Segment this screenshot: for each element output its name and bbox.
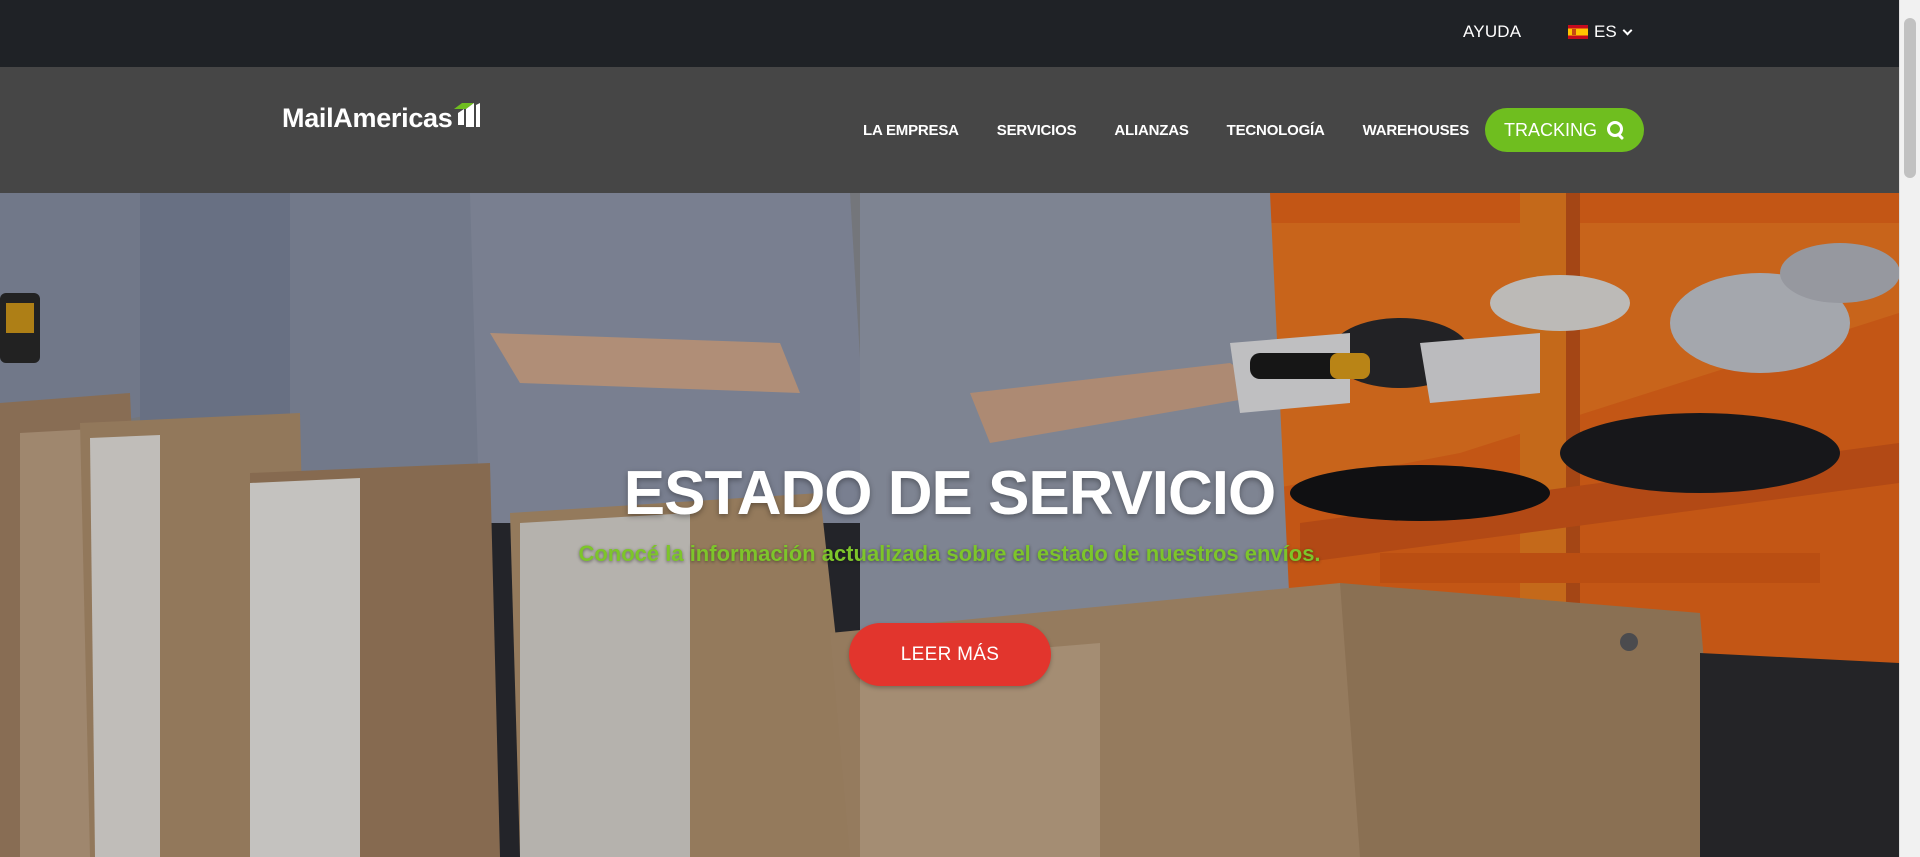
logo-arrows-icon bbox=[454, 103, 480, 127]
nav-item-warehouses[interactable]: WAREHOUSES bbox=[1363, 122, 1470, 139]
main-header: MailAmericas LA EMPRESA SERVICIOS ALIANZ… bbox=[0, 67, 1899, 193]
hero-title: ESTADO DE SERVICIO bbox=[623, 459, 1277, 528]
top-utility-bar: AYUDA ES bbox=[0, 0, 1899, 67]
hero-banner: ESTADO DE SERVICIO Conocé la información… bbox=[0, 193, 1899, 857]
site-logo[interactable]: MailAmericas bbox=[282, 103, 480, 134]
help-link[interactable]: AYUDA bbox=[1463, 22, 1521, 42]
tracking-label: TRACKING bbox=[1503, 119, 1597, 140]
tracking-button[interactable]: TRACKING bbox=[1485, 108, 1644, 152]
spain-flag-icon bbox=[1568, 25, 1588, 39]
vertical-scrollbar[interactable] bbox=[1899, 0, 1920, 857]
nav-item-tecnologia[interactable]: TECNOLOGÍA bbox=[1227, 122, 1325, 139]
logo-text: MailAmericas bbox=[282, 103, 453, 133]
hero-subtitle: Conocé la información actualizada sobre … bbox=[578, 541, 1321, 566]
nav-item-servicios[interactable]: SERVICIOS bbox=[997, 122, 1077, 139]
page-viewport: AYUDA ES MailAmericas LA EMPRESA SERVICI… bbox=[0, 0, 1899, 857]
language-selector[interactable]: ES bbox=[1568, 22, 1631, 42]
search-icon bbox=[1607, 121, 1625, 139]
main-nav: LA EMPRESA SERVICIOS ALIANZAS TECNOLOGÍA… bbox=[863, 122, 1469, 139]
read-more-button[interactable]: LEER MÁS bbox=[849, 623, 1051, 686]
nav-item-alianzas[interactable]: ALIANZAS bbox=[1114, 122, 1188, 139]
chevron-down-icon bbox=[1623, 28, 1631, 36]
language-code: ES bbox=[1594, 22, 1617, 41]
scrollbar-thumb[interactable] bbox=[1904, 18, 1916, 178]
nav-item-la-empresa[interactable]: LA EMPRESA bbox=[863, 122, 959, 139]
